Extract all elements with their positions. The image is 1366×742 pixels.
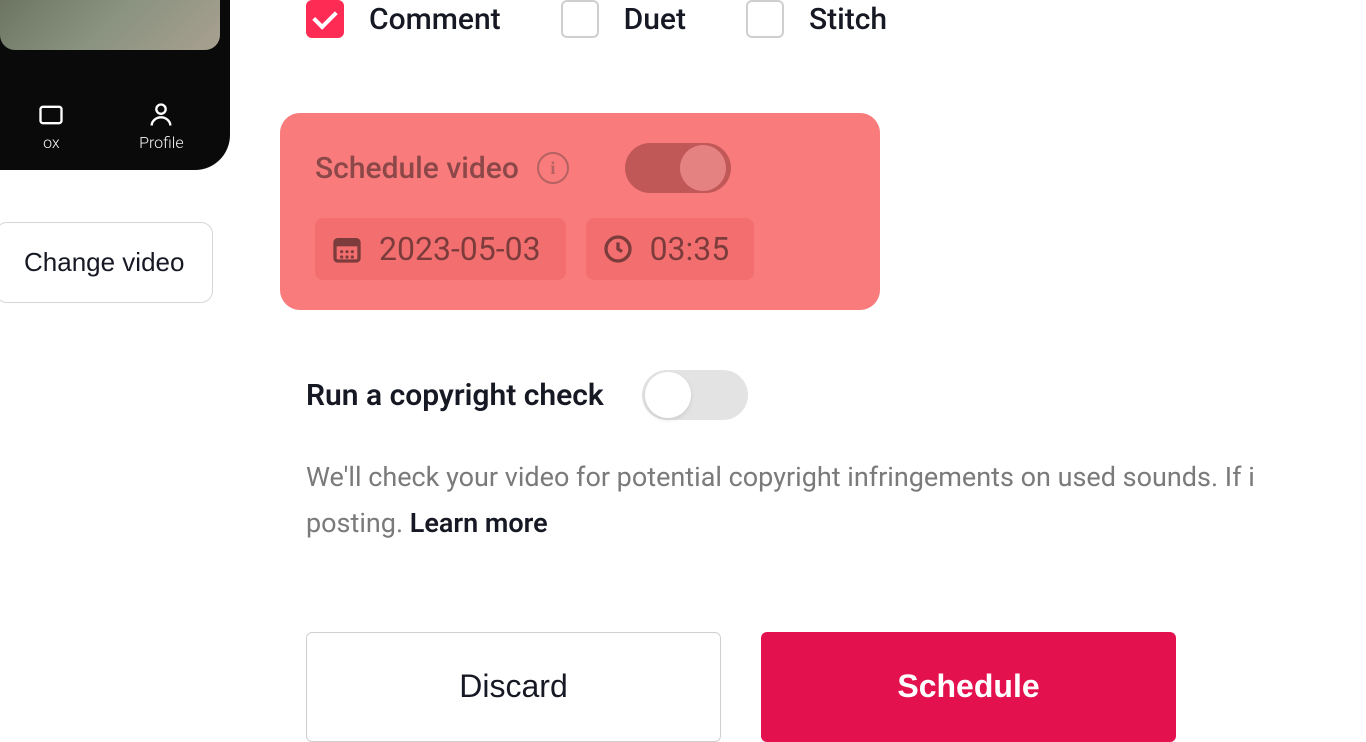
phone-preview: ox Profile	[0, 0, 230, 170]
action-buttons: Discard Schedule	[306, 632, 1366, 742]
schedule-toggle[interactable]	[625, 143, 731, 193]
clock-icon	[601, 232, 635, 266]
copyright-section: Run a copyright check We'll check your v…	[306, 370, 1366, 547]
learn-more-link[interactable]: Learn more	[410, 507, 548, 539]
stitch-checkbox[interactable]	[746, 0, 784, 38]
allow-settings-row: Comment Duet Stitch	[306, 0, 1366, 38]
copyright-desc-line2: posting.	[306, 507, 403, 539]
time-value: 03:35	[650, 230, 730, 268]
profile-icon	[146, 100, 176, 130]
schedule-video-section: Schedule video i	[280, 113, 880, 310]
time-input[interactable]: 03:35	[586, 218, 755, 280]
toggle-knob	[645, 372, 691, 418]
schedule-header: Schedule video i	[315, 143, 845, 193]
comment-checkbox-group: Comment	[306, 0, 501, 38]
inbox-icon	[36, 100, 66, 130]
nav-item-profile[interactable]: Profile	[139, 100, 184, 152]
nav-inbox-label: ox	[43, 133, 60, 152]
comment-checkbox[interactable]	[306, 0, 344, 38]
phone-nav: ox Profile	[0, 100, 230, 152]
nav-profile-label: Profile	[139, 133, 184, 152]
copyright-description: We'll check your video for potential cop…	[306, 455, 1366, 547]
toggle-knob	[680, 145, 726, 191]
stitch-label: Stitch	[809, 2, 887, 37]
date-value: 2023-05-03	[379, 230, 541, 268]
date-input[interactable]: 2023-05-03	[315, 218, 566, 280]
duet-checkbox[interactable]	[561, 0, 599, 38]
copyright-title: Run a copyright check	[306, 378, 604, 413]
info-icon[interactable]: i	[537, 152, 569, 184]
discard-button[interactable]: Discard	[306, 632, 721, 742]
schedule-button[interactable]: Schedule	[761, 632, 1176, 742]
duet-checkbox-group: Duet	[561, 0, 686, 38]
copyright-desc-line1: We'll check your video for potential cop…	[306, 461, 1255, 493]
schedule-title: Schedule video	[315, 151, 519, 186]
comment-label: Comment	[369, 2, 501, 37]
duet-label: Duet	[624, 2, 686, 37]
phone-screen-image	[0, 0, 220, 50]
change-video-button[interactable]: Change video	[0, 222, 213, 303]
stitch-checkbox-group: Stitch	[746, 0, 887, 38]
copyright-header: Run a copyright check	[306, 370, 1366, 420]
copyright-toggle[interactable]	[642, 370, 748, 420]
nav-item-inbox[interactable]: ox	[36, 100, 66, 152]
calendar-icon	[330, 232, 364, 266]
schedule-inputs: 2023-05-03 03:35	[315, 218, 845, 280]
